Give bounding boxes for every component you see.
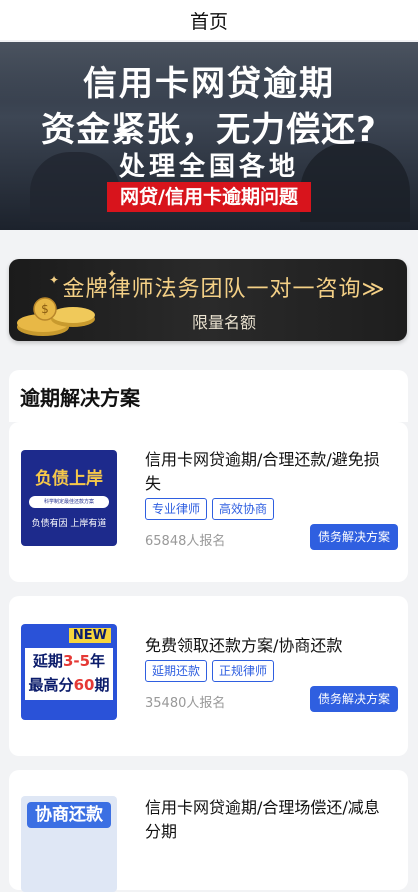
thumb-title: 负债上岸 <box>35 469 103 489</box>
signup-count: 65848人报名 <box>145 534 226 549</box>
thumb-line1: 延期3-5年 <box>32 652 106 670</box>
solution-card[interactable]: NEW 延期3-5年 最高分60期 免费领取还款方案/协商还款 延期还款 正规律… <box>9 596 408 756</box>
consult-headline: 金牌律师法务团队一对一咨询≫ <box>62 277 386 302</box>
new-badge: NEW <box>68 628 111 643</box>
thumb-pill: 科学制定最佳还款方案 <box>29 496 109 508</box>
top-bar: 首页 <box>0 0 418 40</box>
card-thumbnail: NEW 延期3-5年 最高分60期 <box>21 624 117 720</box>
section-title-text: 逾期解决方案 <box>20 385 140 410</box>
card-tag: 高效协商 <box>212 498 275 520</box>
card-tags: 专业律师 高效协商 <box>145 498 275 520</box>
card-thumbnail: 负债上岸 科学制定最佳还款方案 负债有因 上岸有道 <box>21 450 117 546</box>
page-title: 首页 <box>189 10 228 33</box>
card-tag: 正规律师 <box>212 660 275 682</box>
banner-headline: 信用卡网贷逾期 <box>83 64 335 104</box>
card-thumbnail: 协商还款 <box>21 796 117 892</box>
thumb-title: 协商还款 <box>27 802 111 828</box>
lawyer-consult-banner[interactable]: $ ✦ ✦ 金牌律师法务团队一对一咨询≫ 限量名额 <box>9 259 407 341</box>
consult-subline: 限量名额 <box>191 313 256 332</box>
svg-text:$: $ <box>41 302 49 316</box>
section-title: 逾期解决方案 <box>9 370 408 422</box>
solution-card[interactable]: 协商还款 信用卡网贷逾期/合理场偿还/减息分期 <box>9 770 408 892</box>
thumb-line2: 最高分60期 <box>28 676 110 694</box>
card-title: 免费领取还款方案/协商还款 <box>145 636 343 655</box>
banner-red-tag: 网贷/信用卡逾期问题 <box>107 182 311 212</box>
hero-banner-carousel[interactable]: 信用卡网贷逾期 资金紧张，无力偿还? 处理全国各地 网贷/信用卡逾期问题 <box>0 42 418 230</box>
card-tag: 延期还款 <box>145 660 208 682</box>
debt-solution-button[interactable]: 债务解决方案 <box>310 686 398 712</box>
solution-card[interactable]: 负债上岸 科学制定最佳还款方案 负债有因 上岸有道 信用卡网贷逾期/合理还款/避… <box>9 422 408 582</box>
thumb-slogan: 负债有因 上岸有道 <box>31 519 107 529</box>
card-title: 信用卡网贷逾期/合理还款/避免损失 <box>145 450 380 493</box>
debt-solution-button[interactable]: 债务解决方案 <box>310 524 398 550</box>
banner-line3: 处理全国各地 <box>118 152 299 182</box>
signup-count: 35480人报名 <box>145 696 226 711</box>
card-tag: 专业律师 <box>145 498 208 520</box>
banner-subheadline: 资金紧张，无力偿还? <box>41 110 377 150</box>
card-tags: 延期还款 正规律师 <box>145 660 275 682</box>
